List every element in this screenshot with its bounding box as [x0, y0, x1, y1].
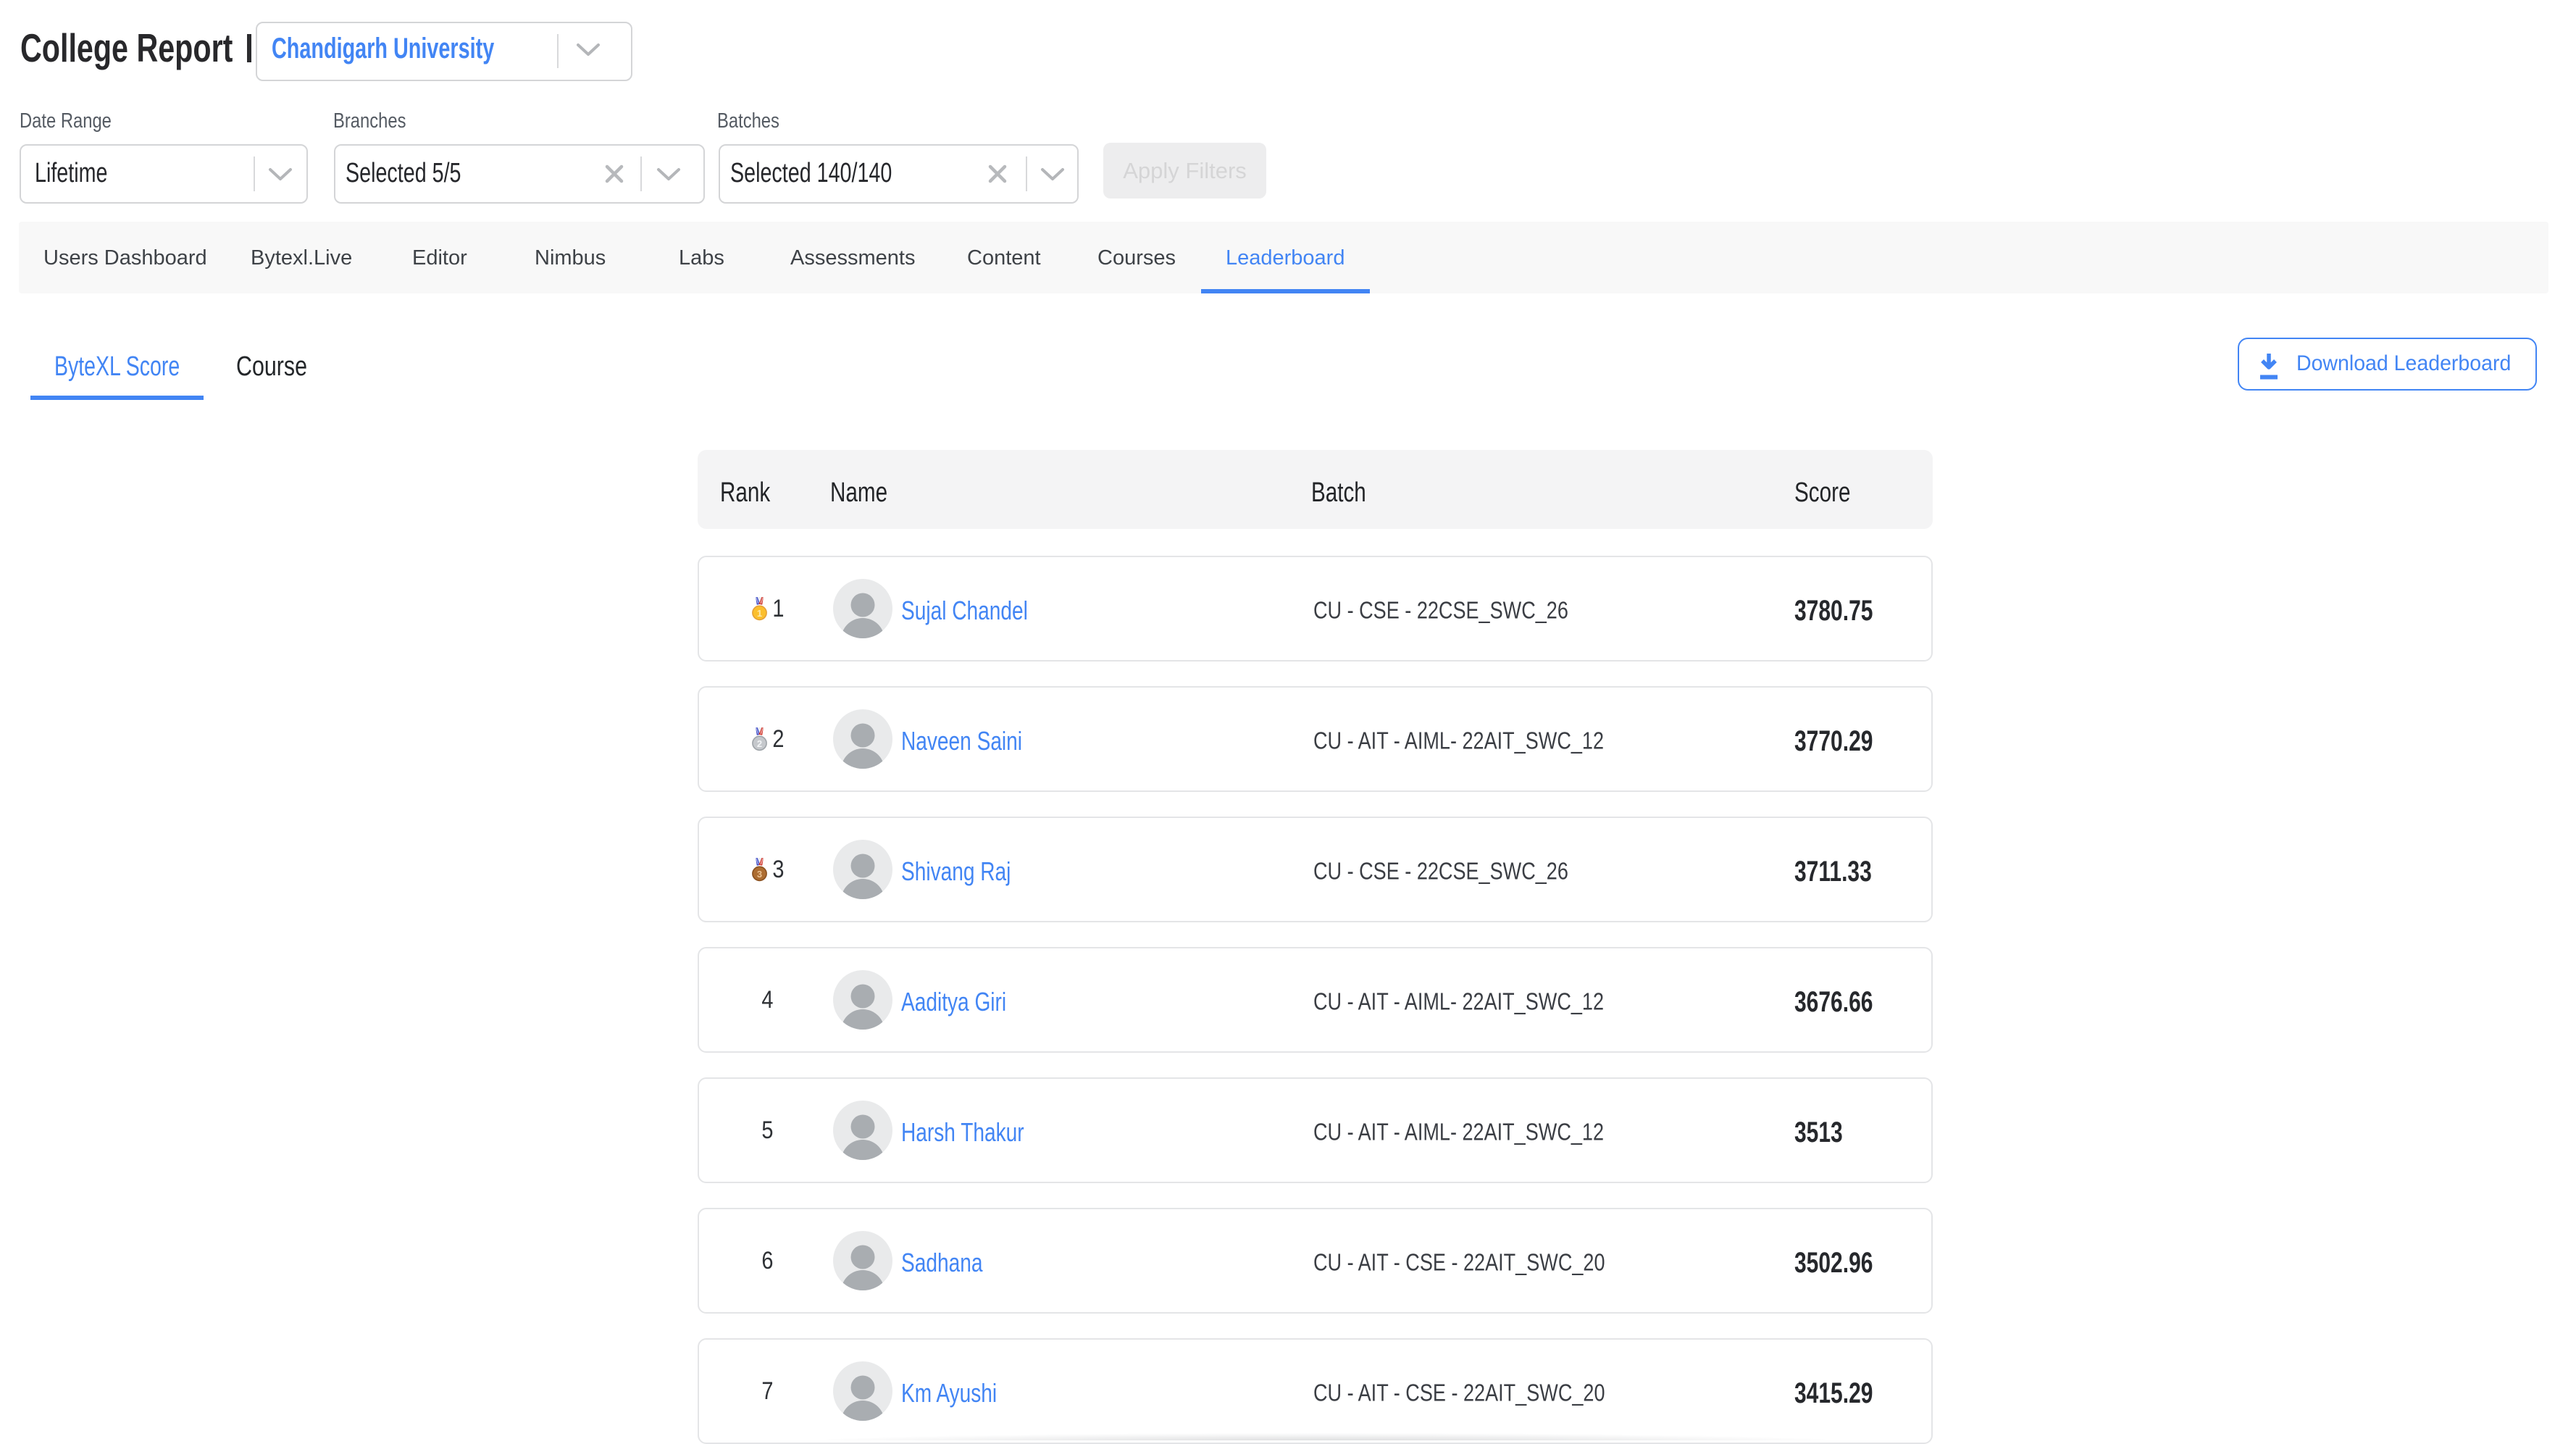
svg-text:1: 1	[756, 608, 761, 619]
svg-text:2: 2	[756, 738, 761, 749]
svg-text:3: 3	[756, 869, 761, 880]
